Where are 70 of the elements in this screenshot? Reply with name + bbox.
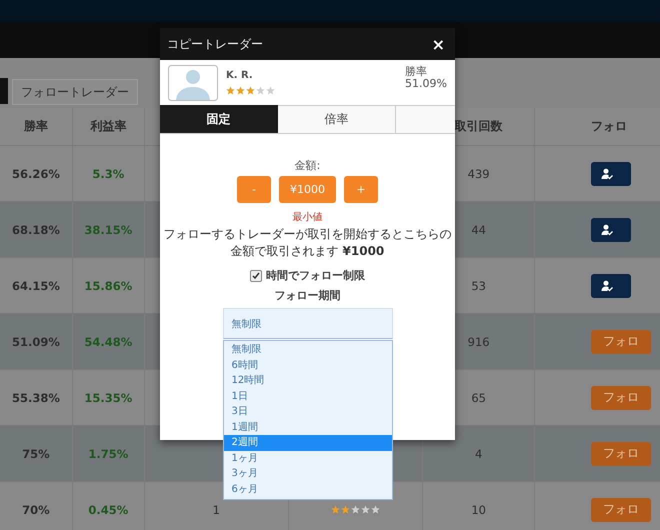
table-cell: 5.3% [92,166,124,180]
table-cell: 54.48% [84,334,132,348]
dropdown-option[interactable]: 12時間 [224,373,392,388]
table-cell: 439 [468,166,490,180]
table-cell: 1.75% [88,446,128,460]
table-cell: 0.45% [88,502,128,516]
mode-tab[interactable]: 倍率 [278,105,396,133]
trader-name: K. R. [226,70,254,81]
win-rate-label: 勝率 [405,66,428,78]
table-cell: 38.15% [84,222,132,236]
table-cell: 70% [22,502,50,516]
star-icon [236,86,245,95]
table-cell: 53 [471,278,486,292]
table-cell: 65 [471,390,486,404]
dropdown-option[interactable]: 1日 [224,388,392,404]
dropdown-option[interactable]: 1ヶ月 [224,450,392,466]
star-icon [226,86,235,95]
dropdown-option[interactable]: 2週間 [224,435,392,450]
person-check-icon [600,168,613,180]
dropdown-option[interactable]: 3ヶ月 [224,466,392,482]
minimum-note: 最小値 [292,210,322,224]
follow-button[interactable] [590,274,631,298]
table-cell: 916 [468,334,490,348]
mode-tab[interactable]: 固定 [160,105,278,133]
dropdown-option[interactable]: 無制限 [224,342,392,358]
table-cell: 75% [22,446,50,460]
dropdown-option[interactable]: 3日 [224,404,392,420]
win-rate-value: 51.09% [405,78,447,90]
dropdown-option[interactable]: 1週間 [224,420,392,435]
column-header: フォロ [590,118,627,135]
star-icon [341,505,350,514]
period-label: フォロー期間 [274,288,340,303]
dropdown-option[interactable]: 6時間 [224,358,392,373]
follow-button[interactable]: フォロ [590,386,651,410]
table-cell: 64.15% [12,278,60,292]
avatar-placeholder [168,64,218,100]
table-cell: 15.35% [84,390,132,404]
follow-button[interactable] [590,162,631,186]
follow-button[interactable]: フォロ [590,330,651,354]
follow-button[interactable]: フォロ [590,442,651,466]
table-cell: 55.38% [12,390,60,404]
star-icon [331,505,340,514]
tab-edge [0,78,8,104]
decrease-button[interactable]: - [237,176,271,203]
table-cell: 68.18% [12,222,60,236]
amount-button[interactable]: ¥1000 [279,176,336,203]
column-header: 利益率 [72,108,145,145]
table-cell: 4 [474,446,482,460]
checkbox[interactable] [250,270,262,282]
checkbox-label: 時間でフォロー制限 [266,268,365,283]
star-icon [246,86,255,95]
table-cell: 1 [212,502,220,516]
dropdown-option[interactable]: 6ヶ月 [224,482,392,497]
follow-button[interactable] [590,218,631,242]
description-text: フォローするトレーダーが取引を開始するとこちらの金額で取引されます ¥1000 [162,226,452,260]
dialog-title: コピートレーダー [167,36,263,52]
period-select[interactable]: 無制限 [222,308,392,339]
amount-label: 金額: [294,158,320,173]
close-button[interactable]: × [432,34,445,54]
table-cell: 44 [471,222,486,236]
table-cell: 10 [471,502,486,516]
increase-button[interactable]: + [344,176,378,203]
table-cell: 56.26% [12,166,60,180]
page-tab[interactable]: フォロートレーダー [12,79,138,105]
column-header: 勝率 [0,108,73,145]
person-check-icon [600,280,613,292]
person-check-icon [600,224,613,236]
table-cell: 15.86% [84,278,132,292]
table-cell: 51.09% [12,334,60,348]
follow-button[interactable]: フォロ [590,498,651,522]
